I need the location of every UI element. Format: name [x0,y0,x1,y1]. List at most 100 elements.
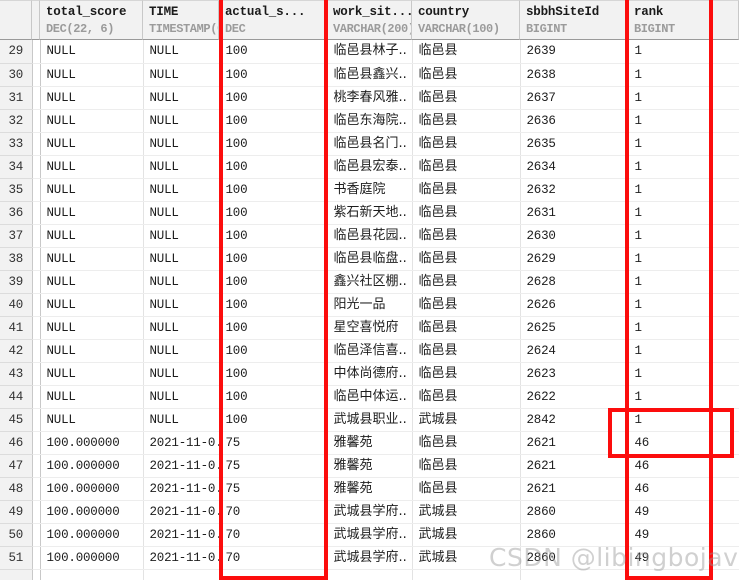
cell-sbbh-site-id[interactable]: 2621 [520,454,629,478]
cell-total-score[interactable]: 100.000000 [40,523,144,547]
cell-actual-score[interactable]: 70 [219,500,328,524]
cell-total-score[interactable]: NULL [40,293,144,317]
column-header-rank[interactable]: rank BIGINT [628,0,739,40]
table-row[interactable]: 49 100.0000002021-11-0...70武城县学府..武城县2860… [0,500,739,524]
cell-total-score[interactable]: NULL [40,63,144,87]
cell-country[interactable]: 临邑县 [412,270,521,294]
table-row[interactable]: 44 NULL NULL 100 临邑中体运.. 临邑县 2622 1 [0,385,739,409]
cell-total-score[interactable]: NULL [40,247,144,271]
cell-actual-score[interactable]: 100 [219,63,328,87]
cell-rank[interactable]: 1 [628,109,739,133]
cell-rank[interactable]: 1 [628,178,739,202]
table-row[interactable]: 29 NULL NULL 100 临邑县林子.. 临邑县 2639 1 [0,40,739,64]
cell-work-site[interactable]: 武城县学府.. [327,523,413,547]
cell-rank[interactable]: 1 [628,86,739,110]
cell-sbbh-site-id[interactable]: 2842 [520,408,629,432]
cell-time[interactable]: NULL [143,178,220,202]
cell-total-score[interactable]: NULL [40,224,144,248]
cell-time[interactable]: 2021-11-0... [143,454,220,478]
cell-actual-score[interactable]: 100 [219,201,328,225]
cell-country[interactable]: 临邑县 [412,293,521,317]
cell-rank[interactable]: 1 [628,155,739,179]
table-row[interactable]: 37 NULL NULL 100 临邑县花园.. 临邑县 2630 1 [0,224,739,248]
cell-total-score[interactable]: NULL [40,132,144,156]
cell-total-score[interactable]: NULL [40,155,144,179]
cell-total-score[interactable]: NULL [40,201,144,225]
table-row[interactable]: 40 NULL NULL 100 阳光一品 临邑县 2626 1 [0,293,739,317]
cell-work-site[interactable]: 临邑县林子.. [327,40,413,64]
table-row[interactable]: 36 NULL NULL 100 紫石新天地.. 临邑县 2631 1 [0,201,739,225]
cell-country[interactable]: 临邑县 [412,86,521,110]
cell-work-site[interactable]: 星空喜悦府 [327,316,413,340]
cell-sbbh-site-id[interactable]: 2621 [520,431,629,455]
cell-actual-score[interactable]: 100 [219,362,328,386]
cell-rank[interactable]: 1 [628,40,739,64]
cell-sbbh-site-id[interactable]: 2860 [520,546,629,570]
cell-work-site[interactable]: 武城县学府.. [327,500,413,524]
cell-time[interactable]: NULL [143,109,220,133]
cell-time[interactable]: NULL [143,316,220,340]
cell-work-site[interactable]: 临邑县临盘.. [327,247,413,271]
cell-time[interactable]: NULL [143,270,220,294]
cell-work-site[interactable]: 鑫兴社区棚.. [327,270,413,294]
cell-actual-score[interactable]: 100 [219,224,328,248]
cell-rank[interactable]: 1 [628,316,739,340]
cell-rank[interactable]: 1 [628,201,739,225]
cell-total-score[interactable]: NULL [40,109,144,133]
cell-actual-score[interactable]: 75 [219,431,328,455]
cell-total-score[interactable]: NULL [40,40,144,64]
cell-work-site[interactable]: 阳光一品 [327,293,413,317]
table-row[interactable]: 38 NULL NULL 100 临邑县临盘.. 临邑县 2629 1 [0,247,739,271]
cell-actual-score[interactable]: 75 [219,454,328,478]
cell-country[interactable]: 临邑县 [412,63,521,87]
cell-work-site[interactable]: 紫石新天地.. [327,201,413,225]
cell-country[interactable]: 临邑县 [412,178,521,202]
cell-total-score[interactable]: 100.000000 [40,431,144,455]
cell-country[interactable]: 临邑县 [412,339,521,363]
cell-actual-score[interactable]: 100 [219,408,328,432]
cell-rank[interactable]: 46 [628,477,739,501]
cell-rank[interactable]: 1 [628,362,739,386]
cell-time[interactable]: NULL [143,155,220,179]
cell-sbbh-site-id[interactable]: 2630 [520,224,629,248]
cell-rank[interactable]: 46 [628,454,739,478]
cell-actual-score[interactable]: 100 [219,178,328,202]
cell-rank[interactable]: 1 [628,385,739,409]
cell-rank[interactable]: 1 [628,339,739,363]
cell-rank[interactable]: 49 [628,500,739,524]
cell-total-score[interactable]: NULL [40,86,144,110]
column-header-total-score[interactable]: total_score DEC(22, 6) [40,0,143,40]
cell-actual-score[interactable]: 100 [219,40,328,64]
column-header-sbbh-site-id[interactable]: sbbhSiteId BIGINT [520,0,628,40]
table-row[interactable]: 51 100.0000002021-11-0...70武城县学府..武城县2860… [0,546,739,570]
cell-total-score[interactable]: NULL [40,316,144,340]
column-header-country[interactable]: country VARCHAR(100) [412,0,520,40]
cell-actual-score[interactable]: 100 [219,293,328,317]
cell-sbbh-site-id[interactable]: 2634 [520,155,629,179]
cell-actual-score[interactable]: 100 [219,316,328,340]
cell-actual-score[interactable]: 100 [219,86,328,110]
cell-work-site[interactable]: 桃李春风雅.. [327,86,413,110]
cell-work-site[interactable]: 雅馨苑 [327,431,413,455]
cell-work-site[interactable]: 书香庭院 [327,178,413,202]
table-row[interactable]: 45 NULL NULL 100 武城县职业.. 武城县 2842 1 [0,408,739,432]
cell-time[interactable]: NULL [143,132,220,156]
cell-country[interactable]: 临邑县 [412,247,521,271]
table-row[interactable]: 32 NULL NULL 100 临邑东海院.. 临邑县 2636 1 [0,109,739,133]
cell-actual-score[interactable]: 100 [219,155,328,179]
cell-sbbh-site-id[interactable]: 2860 [520,523,629,547]
cell-rank[interactable]: 1 [628,293,739,317]
cell-time[interactable]: NULL [143,40,220,64]
cell-work-site[interactable]: 武城县学府.. [327,546,413,570]
cell-rank[interactable]: 49 [628,546,739,570]
cell-sbbh-site-id[interactable]: 2623 [520,362,629,386]
cell-work-site[interactable]: 临邑县花园.. [327,224,413,248]
cell-time[interactable]: NULL [143,362,220,386]
table-row[interactable]: 47 100.0000002021-11-0...75雅馨苑临邑县262146 [0,454,739,478]
cell-time[interactable]: 2021-11-0... [143,546,220,570]
cell-sbbh-site-id[interactable]: 2638 [520,63,629,87]
column-header-actual-score[interactable]: actual_s... DEC [219,0,327,40]
cell-rank[interactable]: 49 [628,523,739,547]
cell-country[interactable]: 临邑县 [412,385,521,409]
cell-actual-score[interactable]: 100 [219,270,328,294]
